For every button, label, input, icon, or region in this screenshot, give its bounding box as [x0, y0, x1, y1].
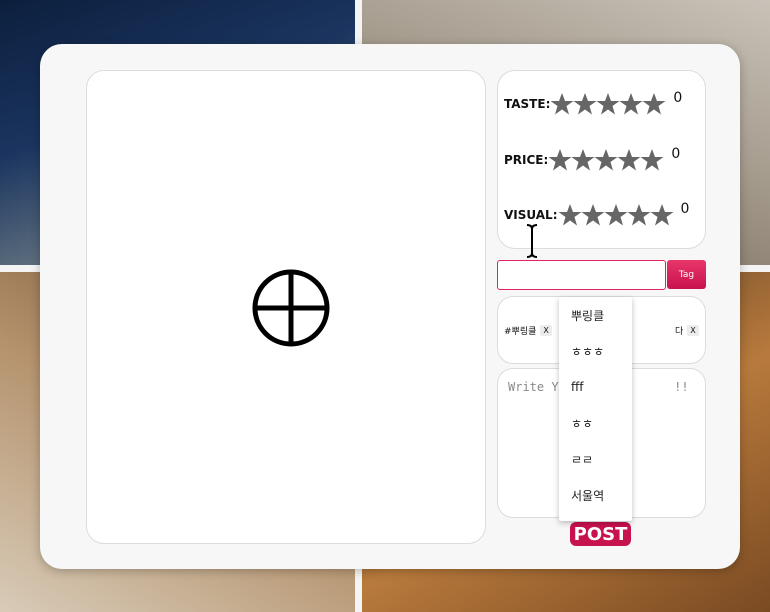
tag-text: #뿌링클: [504, 327, 537, 337]
post-button[interactable]: POST: [570, 522, 631, 546]
rating-value: 0: [680, 201, 690, 217]
suggestion-item[interactable]: ㅎㅎ: [559, 405, 632, 441]
star-icon[interactable]: [573, 92, 597, 116]
star-rating-visual[interactable]: [558, 203, 674, 227]
suggestion-item[interactable]: 뿌링클: [559, 297, 632, 333]
tag-suggestion-dropdown: 뿌링클 ㅎㅎㅎ fff ㅎㅎ ㄹㄹ 서울역: [559, 297, 632, 521]
tag-remove-button[interactable]: X: [540, 325, 552, 336]
suggestion-item[interactable]: ㄹㄹ: [559, 441, 632, 477]
tag-chip: #뿌링클 X: [504, 324, 552, 337]
tag-chip: 다 X: [675, 324, 699, 337]
add-photo-icon[interactable]: [251, 268, 331, 348]
tag-button[interactable]: Tag: [667, 260, 706, 289]
rating-label: VISUAL:: [504, 208, 558, 222]
star-icon[interactable]: [548, 148, 572, 172]
star-icon[interactable]: [558, 203, 582, 227]
rating-panel: TASTE: 0 PRICE: 0 VISUAL: 0: [497, 70, 706, 249]
image-upload-area[interactable]: [86, 70, 486, 544]
star-icon[interactable]: [604, 203, 628, 227]
rating-row-taste: TASTE: 0: [504, 89, 682, 119]
star-icon[interactable]: [617, 148, 641, 172]
star-icon[interactable]: [650, 203, 674, 227]
star-icon[interactable]: [581, 203, 605, 227]
tag-text: 다: [675, 327, 684, 337]
text-cursor-icon: [526, 224, 538, 258]
rating-label: TASTE:: [504, 97, 551, 111]
post-card: TASTE: 0 PRICE: 0 VISUAL: 0 Tag #뿌링클 X 다…: [40, 44, 740, 569]
rating-row-price: PRICE: 0: [504, 145, 680, 175]
suggestion-item[interactable]: 서울역: [559, 477, 632, 513]
star-icon[interactable]: [596, 92, 620, 116]
star-icon[interactable]: [627, 203, 651, 227]
star-icon[interactable]: [640, 148, 664, 172]
star-icon[interactable]: [642, 92, 666, 116]
suggestion-item[interactable]: ㅎㅎㅎ: [559, 333, 632, 369]
rating-value: 0: [671, 146, 681, 162]
rating-value: 0: [673, 90, 683, 106]
tag-remove-button[interactable]: X: [687, 325, 699, 336]
star-icon[interactable]: [594, 148, 618, 172]
tag-input[interactable]: [497, 260, 666, 290]
star-rating-price[interactable]: [548, 148, 664, 172]
star-rating-taste[interactable]: [550, 92, 666, 116]
rating-label: PRICE:: [504, 153, 549, 167]
star-icon[interactable]: [571, 148, 595, 172]
suggestion-item[interactable]: fff: [559, 369, 632, 405]
star-icon[interactable]: [619, 92, 643, 116]
star-icon[interactable]: [550, 92, 574, 116]
